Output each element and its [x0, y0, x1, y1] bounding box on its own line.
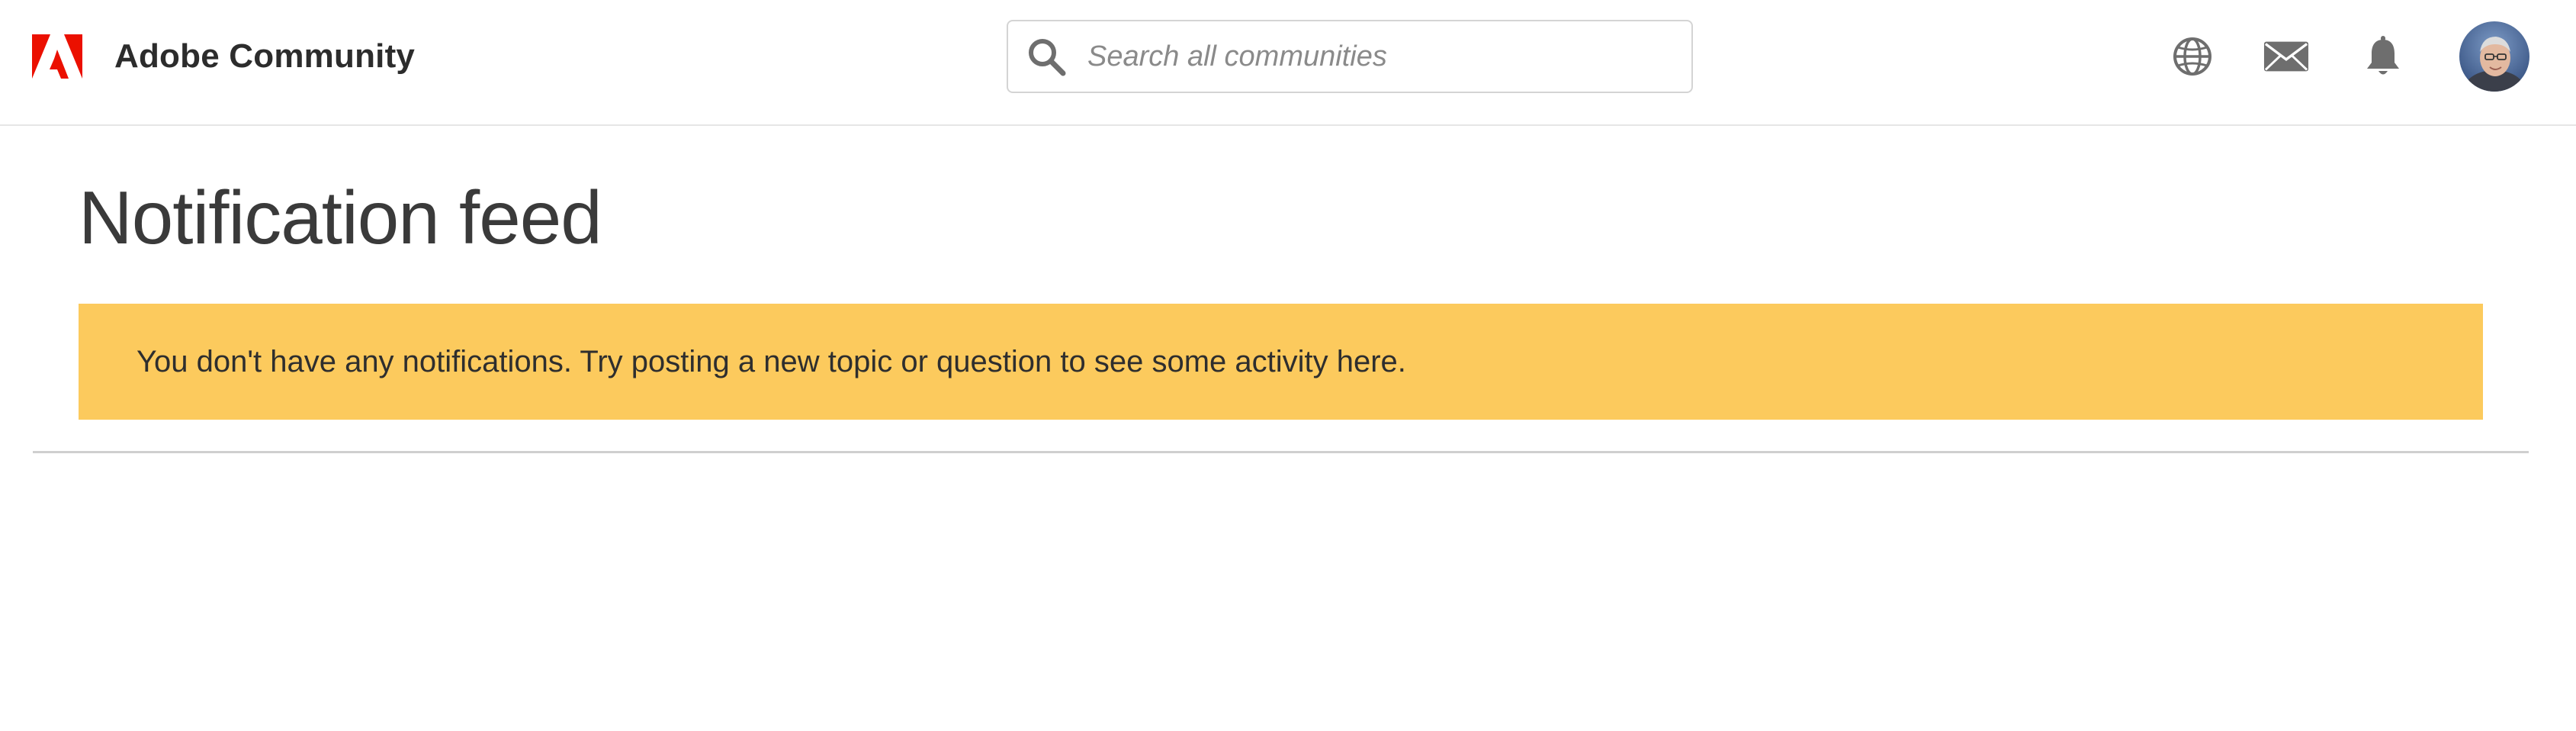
language-globe-button[interactable] [2170, 34, 2215, 79]
search-input[interactable] [1086, 34, 1665, 79]
empty-notifications-alert: You don't have any notifications. Try po… [79, 304, 2483, 420]
search-icon[interactable] [1025, 35, 1068, 78]
avatar-image [2459, 21, 2529, 92]
mail-icon [2263, 41, 2309, 72]
page-title: Notification feed [79, 176, 602, 259]
search-box[interactable] [1007, 20, 1693, 93]
adobe-community-home-link[interactable]: Adobe Community [32, 34, 415, 79]
globe-icon [2173, 37, 2211, 76]
notifications-button[interactable] [2360, 34, 2406, 79]
content-divider [33, 451, 2529, 453]
user-avatar[interactable] [2459, 21, 2529, 92]
adobe-logo [32, 34, 82, 79]
empty-notifications-message: You don't have any notifications. Try po… [137, 344, 1406, 378]
top-navigation-bar: Adobe Community [0, 0, 2576, 126]
brand-name: Adobe Community [114, 37, 416, 75]
messages-button[interactable] [2263, 34, 2309, 79]
bell-icon [2367, 36, 2399, 75]
